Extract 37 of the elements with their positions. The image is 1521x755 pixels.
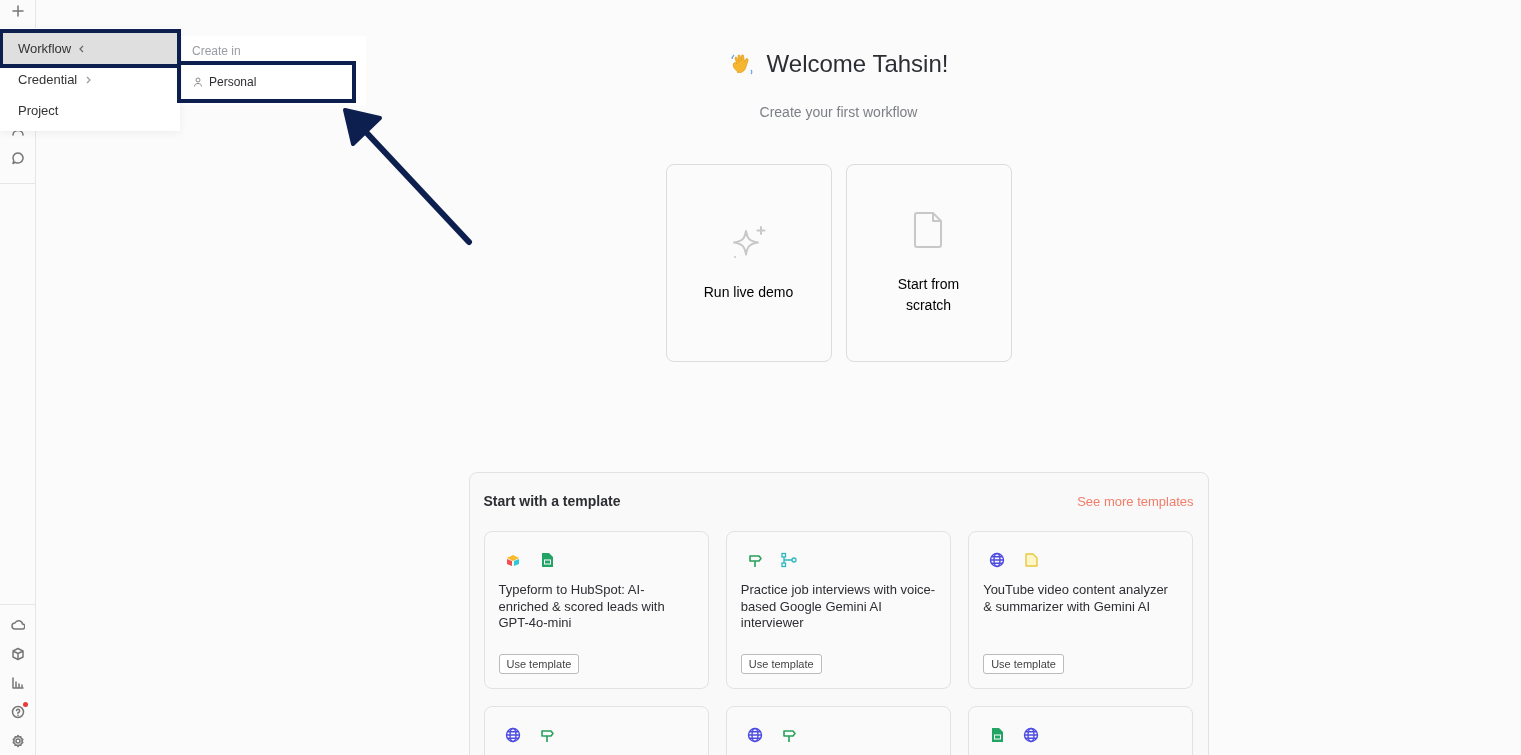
chat-icon[interactable] [11, 150, 25, 165]
cube-icon [504, 552, 521, 568]
welcome-heading: Welcome Tahsin! [766, 49, 949, 79]
globe-icon [746, 727, 763, 743]
settings-icon[interactable] [11, 733, 25, 748]
person-icon [193, 77, 203, 87]
bar-chart-icon[interactable] [11, 675, 25, 690]
globe-icon [504, 727, 521, 743]
template-title: Typeform to HubSpot: AI-enriched & scored leads with GPT-4o-mini [498, 582, 666, 632]
template-title: Practice job interviews with voice-based Google Gemini AI interviewer [740, 582, 937, 632]
templates-heading: Start with a template [483, 492, 621, 511]
template-title: YouTube video content analyzer & summarizer with Gemini AI [983, 582, 1169, 616]
cloud-icon[interactable] [11, 617, 25, 632]
flow-icon [780, 552, 797, 568]
signpost-icon [746, 552, 763, 568]
signpost-icon [538, 727, 555, 743]
start-option-card[interactable]: Run live demo [665, 164, 832, 362]
use-template-button[interactable]: Use template [498, 653, 580, 674]
spreadsheet-icon [989, 727, 1006, 743]
menu-item[interactable]: Project [3, 95, 177, 126]
signpost-icon [780, 727, 797, 743]
template-card[interactable]: YouTube video content analyzer & summarizer with Gemini AI Use template [968, 531, 1194, 689]
globe-icon [1023, 727, 1040, 743]
submenu-header: Create in [191, 43, 242, 60]
start-option-card[interactable]: Start from scratch [845, 164, 1012, 362]
plus-icon[interactable] [11, 4, 25, 18]
welcome-subtitle: Create your first workflow [759, 103, 918, 122]
menu-item[interactable]: Credential [3, 64, 177, 95]
globe-icon [989, 552, 1006, 568]
template-card[interactable]: Practice job interviews with voice-based Google Gemini AI interviewer Use template [725, 531, 952, 689]
package-icon[interactable] [11, 646, 25, 661]
template-card[interactable]: Typeform to HubSpot: AI-enriched & scored leads with GPT-4o-mini Use template [483, 531, 709, 689]
menu-item[interactable]: Personal [181, 65, 352, 99]
note-icon [1023, 552, 1040, 568]
use-template-button[interactable]: Use template [983, 653, 1064, 674]
help-icon[interactable] [11, 704, 25, 719]
use-template-button[interactable]: Use template [740, 653, 822, 674]
